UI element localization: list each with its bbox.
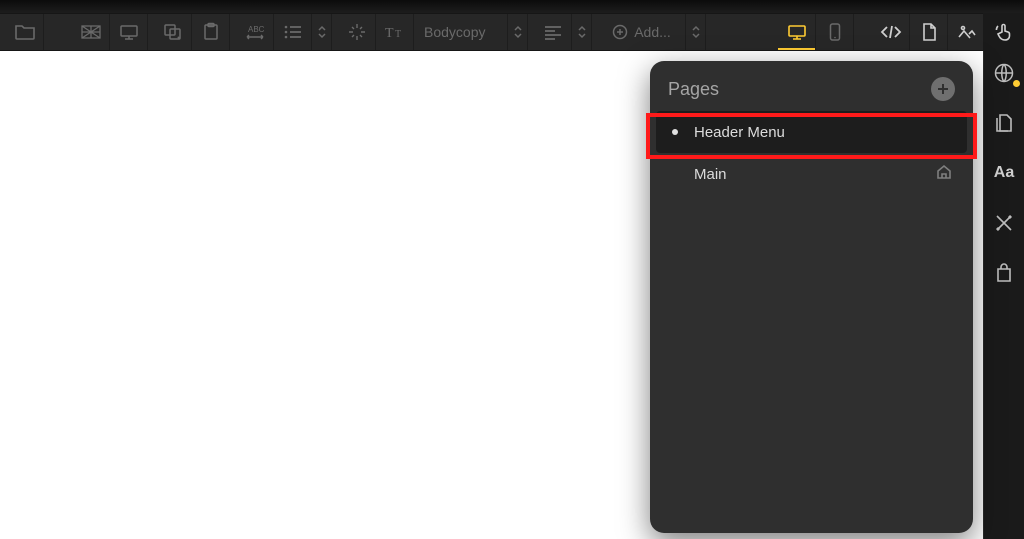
top-stub bbox=[0, 0, 1024, 13]
duplicate-button[interactable] bbox=[154, 14, 192, 50]
home-icon bbox=[935, 163, 953, 185]
status-dot-icon bbox=[1013, 80, 1020, 87]
pages-stack-icon bbox=[994, 112, 1014, 134]
typography-aa-icon: Aa bbox=[994, 164, 1014, 182]
monitor-icon bbox=[118, 23, 140, 41]
duplicate-icon bbox=[162, 22, 184, 42]
tools-cross-icon bbox=[993, 212, 1015, 234]
list-icon bbox=[283, 23, 303, 41]
image-icon bbox=[956, 23, 978, 41]
design-grid-button[interactable] bbox=[72, 14, 110, 50]
clipboard-icon bbox=[201, 22, 221, 42]
preview-mobile-button[interactable] bbox=[816, 14, 854, 50]
svg-text:ABC: ABC bbox=[248, 25, 265, 34]
plus-icon bbox=[936, 82, 950, 96]
page-row-label: Main bbox=[694, 166, 919, 183]
add-page-button[interactable] bbox=[931, 77, 955, 101]
page-icon bbox=[920, 22, 938, 42]
commerce-rail-button[interactable] bbox=[984, 255, 1024, 291]
code-view-button[interactable] bbox=[872, 14, 910, 50]
publish-button[interactable] bbox=[984, 55, 1024, 91]
text-tt-icon: T T bbox=[384, 23, 406, 41]
layout-grid-icon bbox=[80, 23, 102, 41]
device-monitor-button[interactable] bbox=[110, 14, 148, 50]
monitor-icon bbox=[786, 23, 808, 41]
interact-mode-button[interactable] bbox=[983, 13, 1024, 51]
add-component-button[interactable]: Add... bbox=[598, 14, 686, 50]
right-side-rail: Aa bbox=[983, 51, 1024, 539]
chevron-updown-icon bbox=[513, 24, 523, 40]
sparkle-icon bbox=[347, 22, 367, 42]
chevron-updown-icon bbox=[317, 24, 327, 40]
text-format-button[interactable]: T T bbox=[376, 14, 414, 50]
files-button[interactable] bbox=[6, 14, 44, 50]
clipboard-button[interactable] bbox=[192, 14, 230, 50]
bullet-icon bbox=[672, 129, 678, 135]
page-row-header-menu[interactable]: Header Menu bbox=[656, 111, 967, 153]
design-tools-rail-button[interactable] bbox=[984, 205, 1024, 241]
page-row-label: Header Menu bbox=[694, 124, 953, 141]
new-page-button[interactable] bbox=[910, 14, 948, 50]
align-options-button[interactable] bbox=[572, 14, 592, 50]
list-options-button[interactable] bbox=[312, 14, 332, 50]
media-image-button[interactable] bbox=[948, 14, 986, 50]
page-row-main[interactable]: Main bbox=[656, 153, 967, 195]
chevron-updown-icon bbox=[691, 24, 701, 40]
code-icon bbox=[879, 23, 903, 41]
bulleted-list-button[interactable] bbox=[274, 14, 312, 50]
text-style-select[interactable]: Bodycopy bbox=[414, 14, 508, 50]
pages-rail-button[interactable] bbox=[984, 105, 1024, 141]
globe-icon bbox=[993, 62, 1015, 84]
add-options-button[interactable] bbox=[686, 14, 706, 50]
pages-panel: Pages Header Menu Main bbox=[650, 61, 973, 533]
magic-effects-button[interactable] bbox=[338, 14, 376, 50]
preview-desktop-button[interactable] bbox=[778, 14, 816, 50]
kerning-icon: ABC bbox=[243, 22, 267, 42]
align-left-button[interactable] bbox=[534, 14, 572, 50]
typography-rail-button[interactable]: Aa bbox=[984, 155, 1024, 191]
character-spacing-button[interactable]: ABC bbox=[236, 14, 274, 50]
tap-icon bbox=[993, 21, 1015, 43]
svg-text:T: T bbox=[385, 26, 394, 41]
text-style-options-button[interactable] bbox=[508, 14, 528, 50]
circle-plus-icon bbox=[612, 24, 628, 40]
pages-panel-header: Pages bbox=[650, 61, 973, 111]
pages-panel-title: Pages bbox=[668, 79, 719, 100]
folder-icon bbox=[14, 23, 36, 41]
add-label: Add... bbox=[634, 24, 671, 40]
main-toolbar: ABC T T Bodycopy bbox=[0, 13, 1024, 51]
shopping-bag-icon bbox=[994, 262, 1014, 284]
svg-text:T: T bbox=[395, 29, 401, 40]
phone-icon bbox=[828, 22, 842, 42]
align-left-icon bbox=[543, 24, 563, 40]
chevron-updown-icon bbox=[577, 24, 587, 40]
text-style-label: Bodycopy bbox=[424, 24, 485, 40]
